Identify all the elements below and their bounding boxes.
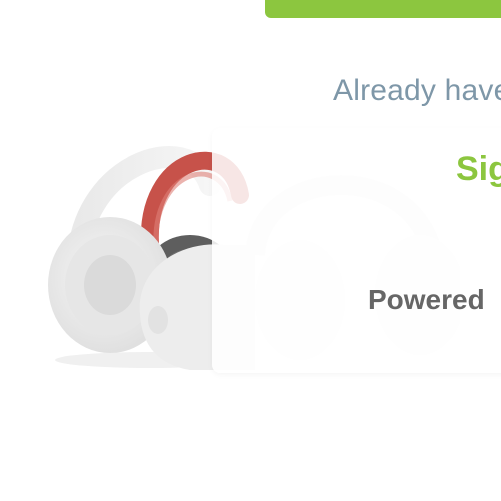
primary-action-button[interactable] xyxy=(265,0,501,18)
screen: Already have Sig Powered xyxy=(0,0,501,501)
powered-by-text: Powered xyxy=(368,284,485,315)
sign-in-link[interactable]: Sig xyxy=(456,150,501,189)
already-have-account-text: Already have xyxy=(333,74,501,107)
